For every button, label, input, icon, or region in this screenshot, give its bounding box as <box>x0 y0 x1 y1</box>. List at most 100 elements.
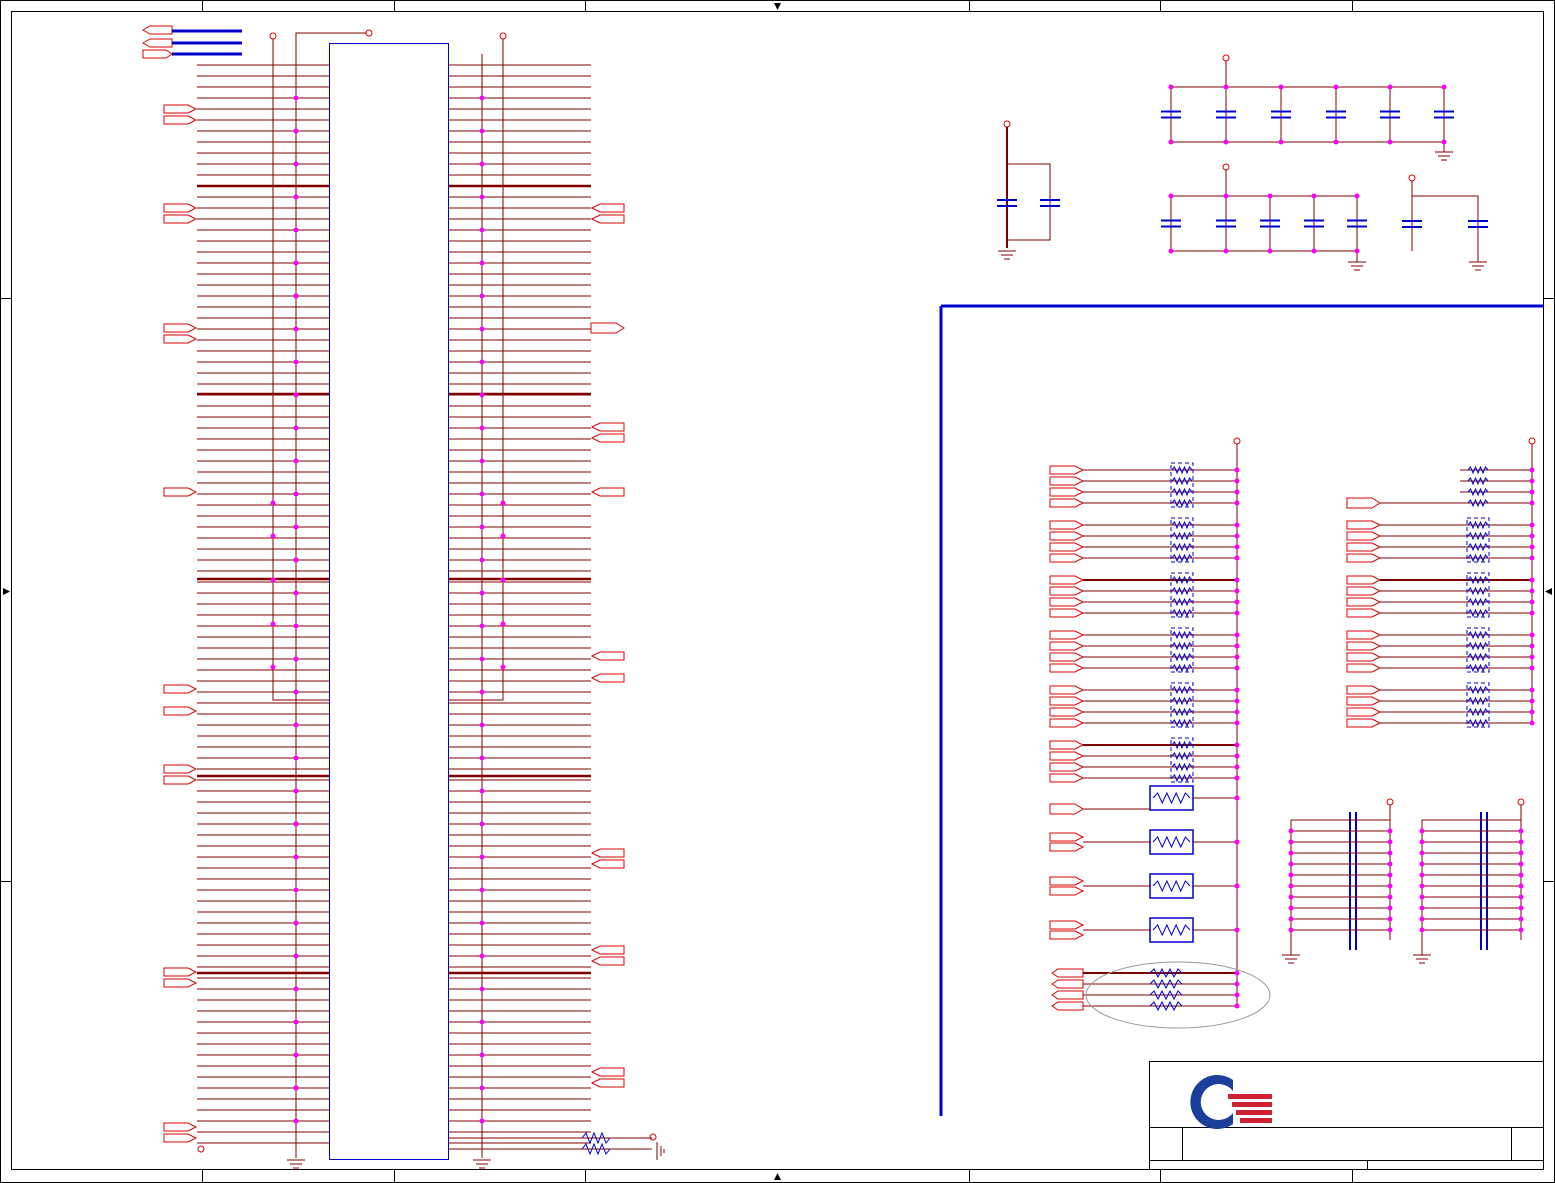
junction-dot <box>1529 577 1535 583</box>
signal-port <box>1049 685 1085 695</box>
junction-dot <box>1223 248 1229 254</box>
junction-dot <box>1234 610 1240 616</box>
junction-dot <box>1419 927 1425 933</box>
junction-dot <box>479 788 485 794</box>
junction-dot <box>1168 248 1174 254</box>
junction-dot <box>1387 905 1393 911</box>
junction-dot <box>1234 643 1240 649</box>
junction-dot <box>1234 883 1240 889</box>
signal-port <box>590 651 625 661</box>
junction-dot <box>1234 698 1240 704</box>
junction-dot <box>479 986 485 992</box>
junction-dot <box>1234 775 1240 781</box>
signal-port <box>1049 930 1085 940</box>
signal-port <box>1346 718 1382 728</box>
signal-port <box>1346 520 1382 530</box>
junction-dot <box>293 1118 299 1124</box>
junction-dot <box>1529 555 1535 561</box>
junction-dot <box>1529 522 1535 528</box>
junction-dot <box>293 194 299 200</box>
junction-dot <box>1234 489 1240 495</box>
signal-port <box>1049 476 1085 486</box>
junction-dot <box>1288 861 1294 867</box>
junction-dot <box>1354 248 1360 254</box>
junction-dot <box>1234 544 1240 550</box>
junction-dot <box>1234 970 1240 976</box>
signal-port <box>1049 886 1085 896</box>
junction-dot <box>1234 522 1240 528</box>
signal-port <box>163 334 198 344</box>
junction-dot <box>479 590 485 596</box>
power-terminal <box>1386 798 1394 806</box>
junction-dot <box>1518 828 1524 834</box>
junction-dot <box>1234 720 1240 726</box>
junction-dot <box>479 491 485 497</box>
junction-dot <box>479 392 485 398</box>
junction-dot <box>293 656 299 662</box>
junction-dot <box>1288 883 1294 889</box>
junction-dot <box>1441 139 1447 145</box>
junction-dot <box>479 1118 485 1124</box>
junction-dot <box>1234 764 1240 770</box>
signal-port <box>590 859 625 869</box>
signal-port <box>590 322 625 334</box>
junction-dot <box>1387 883 1393 889</box>
junction-dot <box>479 722 485 728</box>
junction-dot <box>293 359 299 365</box>
junction-dot <box>1234 632 1240 638</box>
junction-dot <box>293 821 299 827</box>
signal-port <box>1346 542 1382 552</box>
junction-dot <box>1267 193 1273 199</box>
junction-dot <box>293 260 299 266</box>
resistor-package <box>1149 873 1194 899</box>
signal-port <box>1346 597 1382 607</box>
junction-dot <box>270 533 276 539</box>
junction-dot <box>1288 850 1294 856</box>
junction-dot <box>1234 588 1240 594</box>
junction-dot <box>1234 1003 1240 1009</box>
signal-port <box>1346 641 1382 651</box>
junction-dot <box>1234 742 1240 748</box>
signal-port <box>1049 553 1085 563</box>
junction-dot <box>1288 894 1294 900</box>
junction-dot <box>293 623 299 629</box>
power-rail-left <box>272 39 329 701</box>
junction-dot <box>1387 861 1393 867</box>
junction-dot <box>293 755 299 761</box>
junction-dot <box>293 293 299 299</box>
junction-dot <box>1387 84 1393 90</box>
junction-dot <box>293 953 299 959</box>
junction-dot <box>1529 500 1535 506</box>
resistor-package <box>1149 785 1194 811</box>
junction-dot <box>293 887 299 893</box>
junction-dot <box>479 689 485 695</box>
sheet-frame <box>0 0 1555 1183</box>
junction-dot <box>1278 84 1284 90</box>
signal-port <box>1049 487 1085 497</box>
section-divider <box>939 304 1544 1116</box>
bottom-termination <box>197 1131 665 1160</box>
junction-dot <box>1529 467 1535 473</box>
signal-port <box>1346 575 1382 585</box>
signal-port <box>163 1122 198 1132</box>
power-terminal <box>1517 798 1525 806</box>
junction-dot <box>1234 467 1240 473</box>
signal-port <box>163 775 198 785</box>
junction-dot <box>1387 927 1393 933</box>
junction-dot <box>479 293 485 299</box>
junction-dot <box>293 95 299 101</box>
junction-dot <box>293 425 299 431</box>
junction-dot <box>293 491 299 497</box>
signal-port <box>1049 832 1085 842</box>
junction-dot <box>293 524 299 530</box>
signal-port <box>1049 652 1085 662</box>
junction-dot <box>1223 84 1229 90</box>
junction-dot <box>1387 894 1393 900</box>
signal-port <box>1049 842 1085 852</box>
junction-dot <box>1234 478 1240 484</box>
signal-port <box>1049 740 1085 750</box>
junction-dot <box>1518 850 1524 856</box>
junction-dot <box>1518 905 1524 911</box>
signal-port <box>1346 608 1382 618</box>
signal-port <box>590 945 625 955</box>
